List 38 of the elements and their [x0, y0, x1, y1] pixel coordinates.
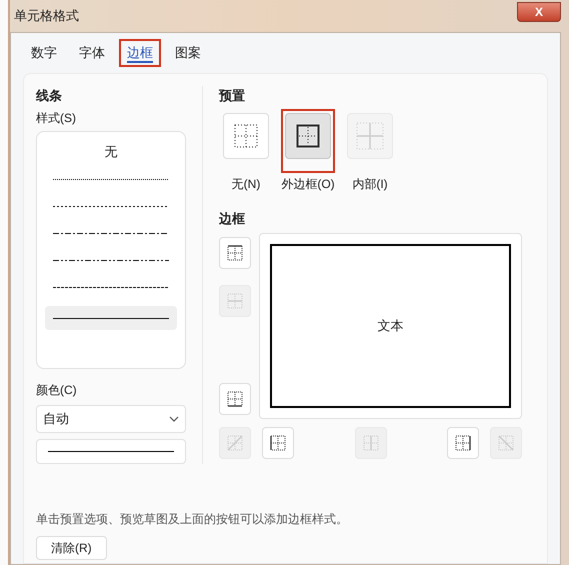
window-title: 单元格格式 [14, 7, 79, 26]
border-toggle-button[interactable] [219, 236, 251, 268]
preview-text: 文本 [378, 316, 404, 335]
tab[interactable]: 图案 [167, 39, 209, 66]
border-preview[interactable]: 文本 [259, 232, 522, 418]
preset-label: 无(N) [232, 176, 260, 193]
tab[interactable]: 边框 [119, 39, 161, 66]
border-side-icon [498, 434, 514, 450]
border-toggle-button[interactable] [262, 426, 294, 458]
border-side-icon [270, 434, 286, 450]
border-toggle-button[interactable] [447, 426, 479, 458]
tab[interactable]: 数字 [23, 39, 65, 66]
border-side-icon [362, 434, 378, 450]
border-side-icon [227, 434, 243, 450]
section-title: 边框 [219, 210, 246, 228]
line-style-option[interactable] [45, 306, 177, 330]
clear-button[interactable]: 清除(R) [36, 536, 107, 560]
preset-button[interactable] [281, 109, 335, 173]
dotted-grid-icon [234, 124, 258, 148]
border-toggle-button[interactable] [219, 382, 251, 414]
border-side-icon [227, 292, 243, 308]
line-style-option[interactable]: 无 [45, 144, 177, 160]
tab[interactable]: 字体 [71, 39, 113, 66]
field-label: 颜色(C) [36, 382, 78, 399]
section-title: 线条 [36, 86, 63, 104]
inner-border-icon [356, 122, 384, 150]
chevron-down-icon [169, 416, 179, 422]
border-side-icon [227, 390, 243, 406]
hint-text: 单击预置选项、预览草图及上面的按钮可以添加边框样式。 [36, 511, 349, 528]
section-title: 预置 [219, 86, 246, 104]
outline-border-icon [296, 124, 320, 148]
preset-label: 外边框(O) [281, 176, 335, 193]
close-button[interactable]: X [517, 2, 561, 22]
preset-label: 内部(I) [352, 176, 388, 193]
border-side-icon [227, 244, 243, 260]
field-label: 样式(S) [36, 110, 77, 127]
border-side-icon [455, 434, 471, 450]
color-dropdown[interactable]: 自动 [36, 405, 186, 433]
